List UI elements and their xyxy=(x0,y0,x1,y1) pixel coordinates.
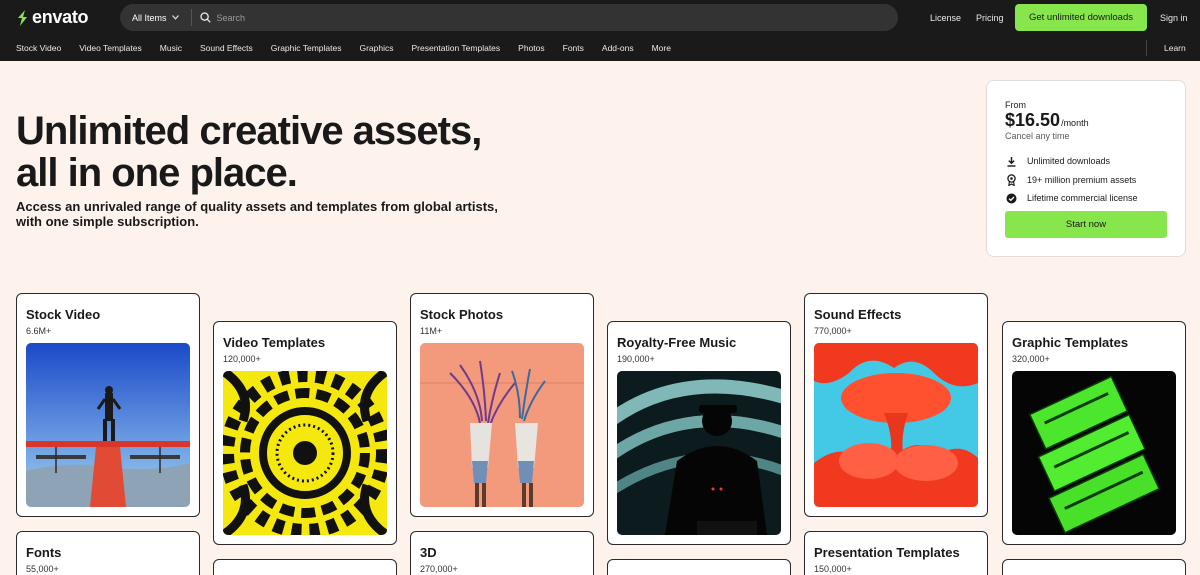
start-now-button[interactable]: Start now xyxy=(1005,211,1167,238)
card-title: Presentation Templates xyxy=(814,545,960,560)
nav-item-graphic-templates[interactable]: Graphic Templates xyxy=(271,43,342,53)
search-input[interactable] xyxy=(216,12,898,23)
pricing-features-list: Unlimited downloads 19+ million premium … xyxy=(1005,152,1138,208)
category-card[interactable] xyxy=(607,559,791,575)
card-title: Video Templates xyxy=(223,335,326,350)
sound-effects-thumbnail xyxy=(814,343,978,507)
feature-text: Lifetime commercial license xyxy=(1027,193,1138,204)
nav-item-stock-video[interactable]: Stock Video xyxy=(16,43,61,53)
sign-in-link[interactable]: Sign in xyxy=(1160,0,1188,35)
hero-title: Unlimited creative assets, all in one pl… xyxy=(16,110,576,194)
card-title: Royalty-Free Music xyxy=(617,335,737,350)
category-card[interactable] xyxy=(1002,559,1186,575)
card-count: 6.6M+ xyxy=(26,326,52,336)
nav-item-photos[interactable]: Photos xyxy=(518,43,544,53)
nav-item-fonts[interactable]: Fonts xyxy=(563,43,584,53)
search-bar: All Items xyxy=(120,4,898,31)
pricing-link[interactable]: Pricing xyxy=(976,0,1004,35)
download-icon xyxy=(1005,155,1017,167)
card-count: 770,000+ xyxy=(814,326,852,336)
nav-item-music[interactable]: Music xyxy=(160,43,182,53)
price-amount: $16.50 xyxy=(1005,110,1061,130)
category-card-sound-effects[interactable]: Sound Effects 770,000+ xyxy=(804,293,988,517)
envato-leaf-icon xyxy=(16,9,29,26)
chevron-down-icon xyxy=(171,13,179,22)
feature-item: 19+ million premium assets xyxy=(1005,171,1138,190)
royalty-free-music-thumbnail xyxy=(617,371,781,535)
card-count: 150,000+ xyxy=(814,564,852,574)
card-title: 3D xyxy=(420,545,437,560)
category-card-presentation-templates[interactable]: Presentation Templates 150,000+ xyxy=(804,531,988,575)
pricing-card: From $16.50 /month Cancel any time Unlim… xyxy=(986,80,1186,257)
price-period: /month xyxy=(1061,118,1089,128)
category-card[interactable] xyxy=(213,559,397,575)
card-count: 55,000+ xyxy=(26,564,59,574)
top-header: envato All Items License Pricing Get unl… xyxy=(0,0,1200,61)
award-icon xyxy=(1005,174,1017,186)
price-display: $16.50 /month xyxy=(1005,110,1089,131)
nav-item-sound-effects[interactable]: Sound Effects xyxy=(200,43,253,53)
hero-subtitle-line-1: Access an unrivaled range of quality ass… xyxy=(16,199,498,214)
nav-item-more[interactable]: More xyxy=(652,43,671,53)
nav-divider xyxy=(1146,40,1147,56)
feature-text: Unlimited downloads xyxy=(1027,156,1111,167)
graphic-templates-thumbnail xyxy=(1012,371,1176,535)
card-title: Stock Photos xyxy=(420,307,504,322)
feature-item: Lifetime commercial license xyxy=(1005,189,1138,208)
category-nav: Stock Video Video Templates Music Sound … xyxy=(16,35,671,61)
card-count: 120,000+ xyxy=(223,354,261,364)
category-card-stock-photos[interactable]: Stock Photos 11M+ xyxy=(410,293,594,517)
feature-item: Unlimited downloads xyxy=(1005,152,1138,171)
price-from-label: From xyxy=(1005,100,1026,110)
card-title: Stock Video xyxy=(26,307,101,322)
learn-link[interactable]: Learn xyxy=(1164,35,1186,61)
stock-video-thumbnail xyxy=(26,343,190,507)
category-card-stock-video[interactable]: Stock Video 6.6M+ xyxy=(16,293,200,517)
nav-item-add-ons[interactable]: Add-ons xyxy=(602,43,634,53)
card-title: Graphic Templates xyxy=(1012,335,1129,350)
card-count: 11M+ xyxy=(420,326,443,336)
stock-photos-thumbnail xyxy=(420,343,584,507)
category-card-video-templates[interactable]: Video Templates 120,000+ xyxy=(213,321,397,545)
search-icon[interactable] xyxy=(199,12,211,23)
search-divider xyxy=(190,9,192,26)
card-count: 320,000+ xyxy=(1012,354,1050,364)
feature-text: 19+ million premium assets xyxy=(1027,174,1137,185)
category-card-fonts[interactable]: Fonts 55,000+ xyxy=(16,531,200,575)
nav-item-presentation-templates[interactable]: Presentation Templates xyxy=(411,43,500,53)
cancel-any-time-text: Cancel any time xyxy=(1005,131,1070,141)
video-templates-thumbnail xyxy=(223,371,387,535)
nav-item-graphics[interactable]: Graphics xyxy=(359,43,393,53)
header-main-row: envato All Items License Pricing Get unl… xyxy=(0,0,1200,35)
card-title: Fonts xyxy=(26,545,62,560)
category-card-graphic-templates[interactable]: Graphic Templates 320,000+ xyxy=(1002,321,1186,545)
card-count: 270,000+ xyxy=(420,564,458,574)
hero-subtitle-line-2: with one simple subscription. xyxy=(16,213,199,229)
card-count: 190,000+ xyxy=(617,354,655,364)
all-items-dropdown[interactable]: All Items xyxy=(120,4,191,31)
hero-title-line-1: Unlimited creative assets, xyxy=(16,109,482,153)
hero-title-line-2: all in one place. xyxy=(16,151,298,195)
card-title: Sound Effects xyxy=(814,307,902,322)
nav-item-video-templates[interactable]: Video Templates xyxy=(79,43,142,53)
hero-subtitle: Access an unrivaled range of quality ass… xyxy=(16,199,556,229)
check-badge-icon xyxy=(1005,192,1017,204)
logo-text: envato xyxy=(32,7,89,27)
all-items-label: All Items xyxy=(132,12,167,23)
get-unlimited-downloads-button[interactable]: Get unlimited downloads xyxy=(1015,4,1147,31)
category-card-3d[interactable]: 3D 270,000+ xyxy=(410,531,594,575)
license-link[interactable]: License xyxy=(930,0,961,35)
envato-logo[interactable]: envato xyxy=(16,7,89,28)
category-card-royalty-free-music[interactable]: Royalty-Free Music 190,000+ xyxy=(607,321,791,545)
category-nav-row: Stock Video Video Templates Music Sound … xyxy=(0,35,1200,61)
